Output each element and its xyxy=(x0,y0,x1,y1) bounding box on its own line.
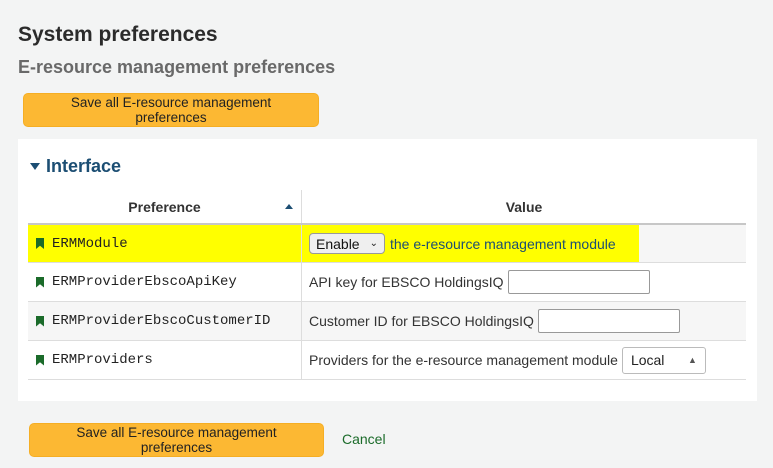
page-subtitle: E-resource management preferences xyxy=(18,57,336,77)
bookmark-icon[interactable] xyxy=(36,354,44,366)
section-heading: Interface xyxy=(46,156,122,176)
save-all-button-bottom[interactable]: Save all E-resource management preferenc… xyxy=(29,423,324,457)
value-cell: Providers for the e-resource management … xyxy=(301,340,746,380)
value-label: Customer ID for EBSCO HoldingsIQ xyxy=(309,313,534,329)
erm-module-select[interactable]: Enable ⌄ xyxy=(309,233,385,254)
section-toggle-interface[interactable]: Interface xyxy=(30,156,121,177)
sort-ascending-icon xyxy=(285,204,293,209)
column-header-value: Value xyxy=(301,190,746,225)
caret-down-icon xyxy=(30,163,40,170)
value-label: Providers for the e-resource management … xyxy=(309,352,618,368)
value-cell: API key for EBSCO HoldingsIQ xyxy=(301,262,746,302)
chevron-down-icon: ⌄ xyxy=(369,238,378,249)
page-title: System preferences xyxy=(18,23,218,46)
pref-cell: ERMProviders xyxy=(28,340,302,380)
erm-providers-select[interactable]: Local ▲ xyxy=(621,346,706,374)
table-row: ERMModule Enable ⌄ the e-resource manage… xyxy=(28,224,746,263)
bookmark-icon[interactable] xyxy=(36,315,44,327)
value-cell: Customer ID for EBSCO HoldingsIQ xyxy=(301,301,746,341)
pref-cell: ERMProviderEbscoCustomerID xyxy=(28,301,302,341)
column-header-preference[interactable]: Preference xyxy=(28,190,302,225)
column-header-label: Value xyxy=(505,198,543,215)
pref-name[interactable]: ERMModule xyxy=(52,236,128,252)
chevron-up-icon: ▲ xyxy=(688,355,697,365)
select-value: Enable xyxy=(316,235,360,252)
preferences-panel: Interface Preference Value ERMModule Ena… xyxy=(18,139,757,401)
table-row: ERMProviders Providers for the e-resourc… xyxy=(28,340,746,380)
ebsco-customer-id-input[interactable] xyxy=(537,309,680,333)
pref-name[interactable]: ERMProviderEbscoCustomerID xyxy=(52,313,270,329)
bookmark-icon[interactable] xyxy=(36,238,44,249)
pref-name[interactable]: ERMProviders xyxy=(52,352,153,368)
ebsco-api-key-input[interactable] xyxy=(507,270,650,294)
save-all-button-top[interactable]: Save all E-resource management preferenc… xyxy=(23,93,319,127)
value-cell: Enable ⌄ the e-resource management modul… xyxy=(301,224,746,263)
table-row: ERMProviderEbscoApiKey API key for EBSCO… xyxy=(28,262,746,302)
pref-name[interactable]: ERMProviderEbscoApiKey xyxy=(52,274,237,290)
preferences-table: Preference Value ERMModule Enable ⌄ the … xyxy=(28,190,746,380)
table-row: ERMProviderEbscoCustomerID Customer ID f… xyxy=(28,301,746,341)
cancel-link[interactable]: Cancel xyxy=(342,431,386,447)
value-label: API key for EBSCO HoldingsIQ xyxy=(309,274,504,290)
column-header-label: Preference xyxy=(128,198,201,215)
bookmark-icon[interactable] xyxy=(36,276,44,288)
select-value: Local xyxy=(630,352,665,368)
pref-cell: ERMModule xyxy=(28,224,302,263)
pref-cell: ERMProviderEbscoApiKey xyxy=(28,262,302,302)
value-description: the e-resource management module xyxy=(389,235,616,252)
